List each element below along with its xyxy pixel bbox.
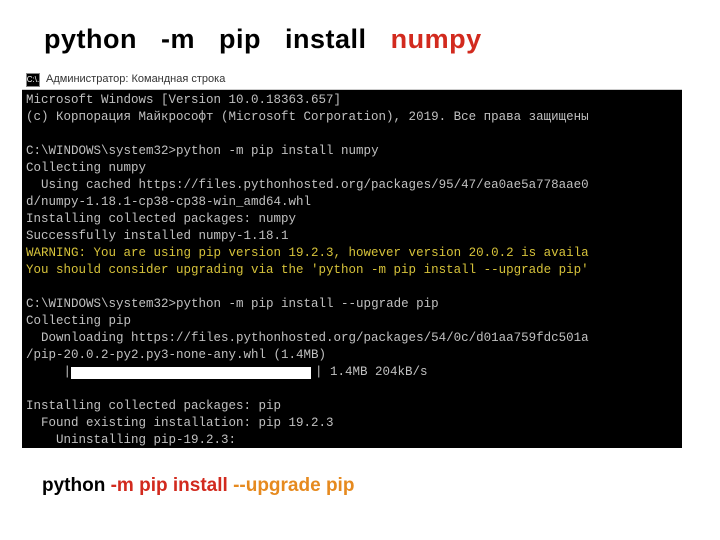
terminal-window: C:\. Администратор: Командная строка Mic…	[22, 70, 682, 448]
term-line: Installing collected packages: numpy	[26, 212, 296, 226]
warning-line: WARNING: You are using pip version 19.2.…	[26, 246, 589, 260]
term-line: Downloading https://files.pythonhosted.o…	[26, 331, 589, 345]
term-line: Uninstalling pip-19.2.3:	[26, 433, 236, 447]
term-line: Collecting numpy	[26, 161, 146, 175]
term-line: /pip-20.0.2-py2.py3-none-any.whl (1.4MB)	[26, 348, 326, 362]
terminal-content[interactable]: Microsoft Windows [Version 10.0.18363.65…	[22, 90, 682, 448]
warning-line: You should consider upgrading via the 'p…	[26, 263, 589, 277]
footer-part1: python	[42, 475, 111, 496]
footer-command: python -m pip install --upgrade pip	[42, 475, 354, 497]
progress-text: | 1.4MB 204kB/s	[315, 364, 428, 381]
progress-row: | | 1.4MB 204kB/s	[26, 364, 678, 381]
term-line: Collecting pip	[26, 314, 131, 328]
heading-part1: python	[44, 24, 137, 54]
term-line: Successfully installed numpy-1.18.1	[26, 229, 289, 243]
cmd-input: python -m pip install --upgrade pip	[176, 297, 439, 311]
titlebar-text: Администратор: Командная строка	[46, 71, 225, 88]
heading-part4: install	[285, 24, 367, 54]
progress-indent: |	[26, 364, 71, 381]
heading-package: numpy	[391, 24, 482, 54]
heading-part3: pip	[219, 24, 261, 54]
footer-part3: --upgrade pip	[233, 475, 354, 496]
footer-part2: -m pip install	[111, 475, 233, 496]
titlebar: C:\. Администратор: Командная строка	[22, 70, 682, 90]
cmd-input: python -m pip install numpy	[176, 144, 379, 158]
progress-bar	[71, 367, 311, 379]
term-line: d/numpy-1.18.1-cp38-cp38-win_amd64.whl	[26, 195, 311, 209]
prompt: C:\WINDOWS\system32>	[26, 144, 176, 158]
prompt: C:\WINDOWS\system32>	[26, 297, 176, 311]
heading-part2: -m	[161, 24, 195, 54]
term-line: Using cached https://files.pythonhosted.…	[26, 178, 589, 192]
term-line: Microsoft Windows [Version 10.0.18363.65…	[26, 93, 341, 107]
term-line: Installing collected packages: pip	[26, 399, 281, 413]
term-line: (c) Корпорация Майкрософт (Microsoft Cor…	[26, 110, 589, 124]
cmd-icon: C:\.	[26, 73, 40, 87]
term-line: Found existing installation: pip 19.2.3	[26, 416, 334, 430]
heading-command: python -m pip install numpy	[44, 24, 482, 55]
